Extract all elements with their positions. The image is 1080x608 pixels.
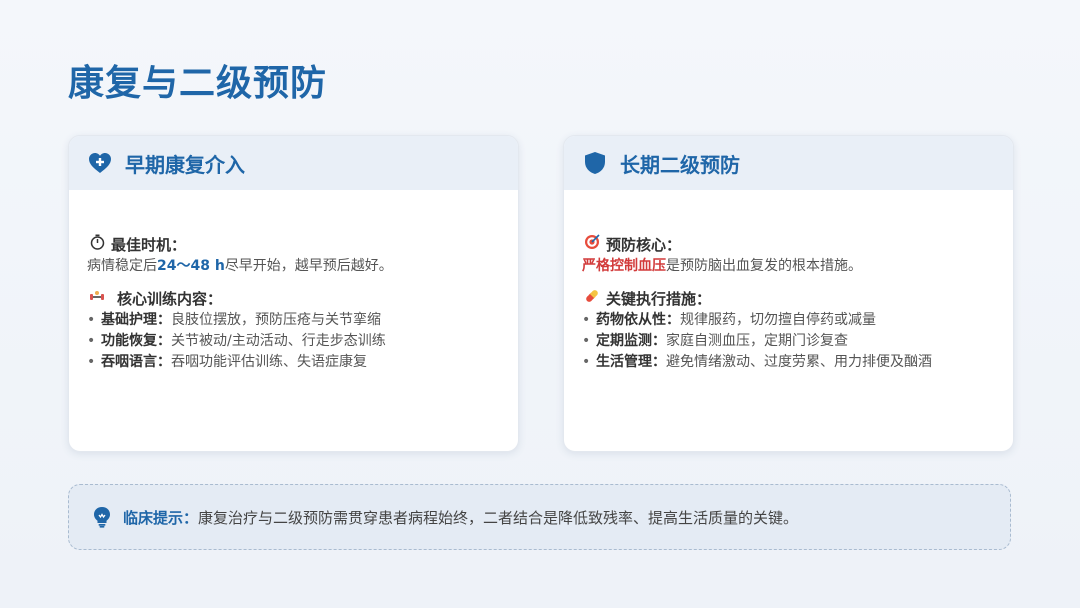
item-label: 定期监测：	[596, 333, 666, 349]
item-text: 吞咽功能评估训练、失语症康复	[171, 354, 367, 370]
timing-highlight: 24～48 h	[157, 258, 225, 274]
list-item: 功能恢复：关节被动/主动活动、行走步态训练	[87, 331, 500, 352]
card-header: 早期康复介入	[69, 136, 518, 190]
item-label: 药物依从性：	[596, 312, 680, 328]
secondary-prevention-card: 长期二级预防 预防核心： 严格控制血压是预防脑出血复发的根本措施。 关键执行措施…	[563, 135, 1014, 452]
timing-text: 病情稳定后24～48 h尽早开始，越早预后越好。	[87, 256, 500, 277]
card-body: 最佳时机： 病情稳定后24～48 h尽早开始，越早预后越好。 核心训练内容： 基…	[87, 234, 500, 373]
item-label: 生活管理：	[596, 354, 666, 370]
measures-list: 药物依从性：规律服药，切勿擅自停药或减量 定期监测：家庭自测血压，定期门诊复查 …	[582, 310, 995, 373]
dumbbell-icon	[87, 288, 107, 310]
section-heading-text: 最佳时机：	[111, 236, 187, 254]
heart-plus-icon	[87, 150, 113, 176]
item-text: 家庭自测血压，定期门诊复查	[666, 333, 848, 349]
section-heading-text: 预防核心：	[606, 236, 682, 254]
item-text: 良肢位摆放，预防压疮与关节挛缩	[171, 312, 381, 328]
item-label: 功能恢复：	[101, 333, 171, 349]
card-title: 长期二级预防	[620, 152, 740, 177]
list-item: 定期监测：家庭自测血压，定期门诊复查	[582, 331, 995, 352]
shield-icon	[582, 150, 608, 176]
card-header: 长期二级预防	[564, 136, 1013, 190]
core-text-after: 是预防脑出血复发的根本措施。	[666, 258, 862, 274]
clinical-tip-box: 临床提示： 康复治疗与二级预防需贯穿患者病程始终，二者结合是降低致残率、提高生活…	[68, 484, 1011, 550]
item-label: 吞咽语言：	[101, 354, 171, 370]
list-item: 基础护理：良肢位摆放，预防压疮与关节挛缩	[87, 310, 500, 331]
item-label: 基础护理：	[101, 312, 171, 328]
pill-icon	[582, 288, 602, 310]
list-item: 吞咽语言：吞咽功能评估训练、失语症康复	[87, 352, 500, 373]
target-icon	[582, 234, 602, 256]
timing-text-before: 病情稳定后	[87, 258, 157, 274]
page-title: 康复与二级预防	[68, 63, 328, 104]
core-highlight: 严格控制血压	[582, 258, 666, 274]
section-heading-text: 核心训练内容：	[117, 290, 223, 308]
section-heading: 关键执行措施：	[582, 288, 995, 310]
early-rehab-card: 早期康复介入 最佳时机： 病情稳定后24～48 h尽早开始，越早预后越好。 核心…	[68, 135, 519, 452]
card-title: 早期康复介入	[125, 152, 245, 177]
section-heading: 预防核心：	[582, 234, 995, 256]
stopwatch-icon	[87, 234, 107, 256]
tip-label: 临床提示：	[123, 508, 199, 527]
training-list: 基础护理：良肢位摆放，预防压疮与关节挛缩 功能恢复：关节被动/主动活动、行走步态…	[87, 310, 500, 373]
card-body: 预防核心： 严格控制血压是预防脑出血复发的根本措施。 关键执行措施： 药物依从性…	[582, 234, 995, 373]
item-text: 避免情绪激动、过度劳累、用力排便及酗酒	[666, 354, 932, 370]
tip-text: 康复治疗与二级预防需贯穿患者病程始终，二者结合是降低致残率、提高生活质量的关键。	[198, 508, 799, 527]
section-heading: 核心训练内容：	[87, 288, 500, 310]
timing-text-after: 尽早开始，越早预后越好。	[224, 258, 393, 274]
section-heading: 最佳时机：	[87, 234, 500, 256]
section-heading-text: 关键执行措施：	[606, 290, 712, 308]
lightbulb-icon	[91, 506, 113, 528]
item-text: 规律服药，切勿擅自停药或减量	[680, 312, 876, 328]
item-text: 关节被动/主动活动、行走步态训练	[171, 333, 386, 349]
list-item: 生活管理：避免情绪激动、过度劳累、用力排便及酗酒	[582, 352, 995, 373]
core-text: 严格控制血压是预防脑出血复发的根本措施。	[582, 256, 995, 277]
list-item: 药物依从性：规律服药，切勿擅自停药或减量	[582, 310, 995, 331]
